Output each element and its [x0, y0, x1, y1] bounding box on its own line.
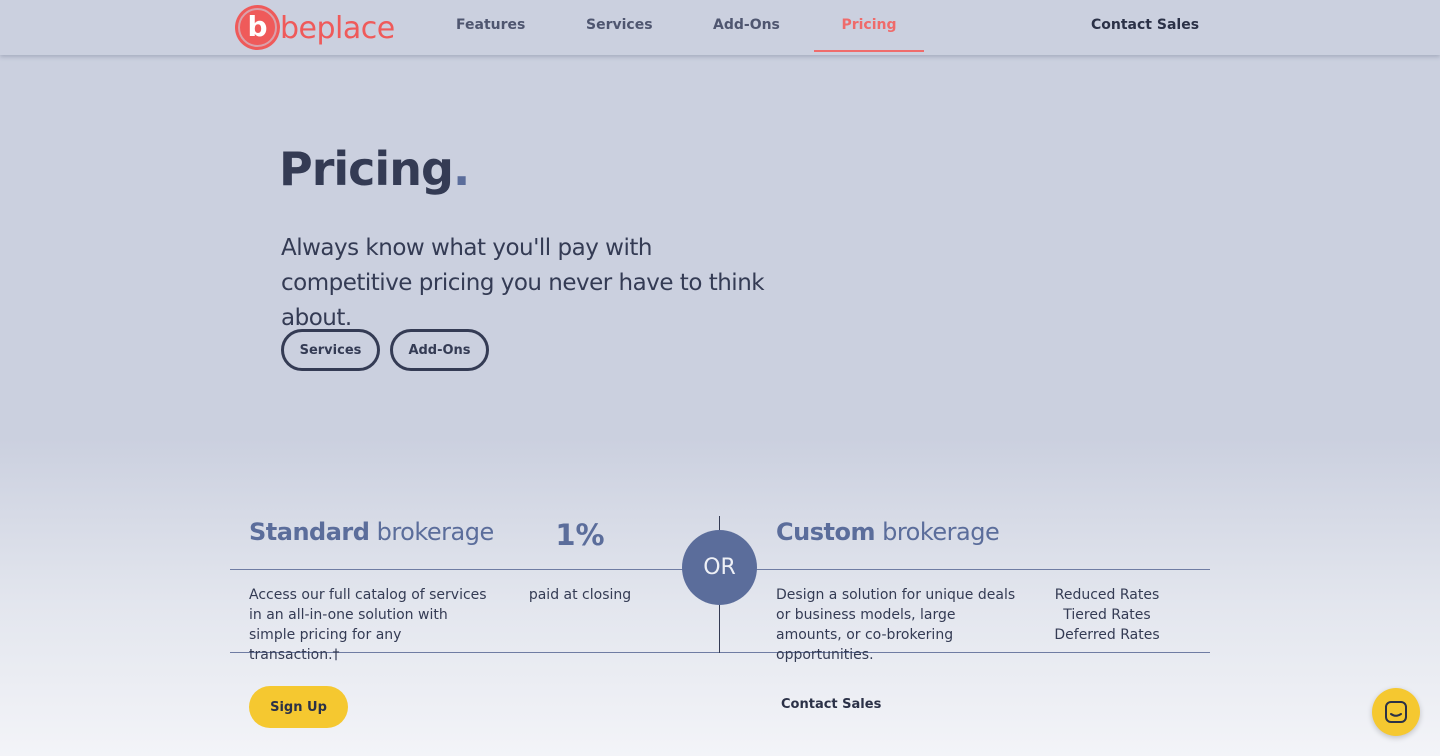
brand-name: beplace — [280, 11, 395, 46]
brand-logo-letter: b — [247, 10, 268, 43]
nav-addons[interactable]: Add-Ons — [713, 0, 780, 52]
standard-rate-note: paid at closing — [528, 587, 632, 603]
brand-logo[interactable]: b beplace — [235, 5, 395, 50]
nav-services[interactable]: Services — [586, 0, 653, 52]
custom-plan-title-rest: brokerage — [882, 518, 1000, 546]
rate-option-deferred: Deferred Rates — [1054, 627, 1160, 643]
addons-button[interactable]: Add-Ons — [390, 329, 489, 371]
nav-pricing[interactable]: Pricing — [814, 0, 924, 52]
brand-logo-icon: b — [235, 5, 280, 50]
custom-description: Design a solution for unique deals or bu… — [776, 587, 1016, 663]
custom-plan-title: Custom brokerage — [776, 518, 1000, 546]
custom-rates-list: Reduced Rates Tiered Rates Deferred Rate… — [1040, 585, 1174, 645]
standard-description: Access our full catalog of services in a… — [249, 587, 487, 663]
rate-option-tiered: Tiered Rates — [1063, 607, 1151, 623]
top-navbar: b beplace Features Services Add-Ons Pric… — [0, 0, 1440, 55]
nav-features[interactable]: Features — [456, 0, 525, 52]
standard-rate: 1% — [555, 518, 605, 552]
standard-plan-title-rest: brokerage — [376, 518, 495, 546]
services-button[interactable]: Services — [281, 329, 380, 371]
page-title-text: Pricing — [279, 142, 454, 196]
chat-icon — [1385, 701, 1407, 723]
hero-subtitle: Always know what you'll pay with competi… — [281, 235, 765, 331]
nav-contact-sales[interactable]: Contact Sales — [1091, 0, 1199, 52]
custom-plan-title-bold: Custom — [776, 518, 875, 546]
contact-sales-link[interactable]: Contact Sales — [781, 697, 881, 712]
rate-option-reduced: Reduced Rates — [1054, 587, 1160, 603]
standard-plan-title: Standard brokerage — [249, 518, 494, 546]
page-title-dot: . — [452, 142, 471, 196]
chat-launcher-button[interactable] — [1372, 688, 1420, 736]
or-badge: OR — [682, 530, 757, 605]
page-title: Pricing. — [279, 142, 471, 196]
standard-plan-title-bold: Standard — [249, 518, 370, 546]
sign-up-button[interactable]: Sign Up — [249, 686, 348, 728]
